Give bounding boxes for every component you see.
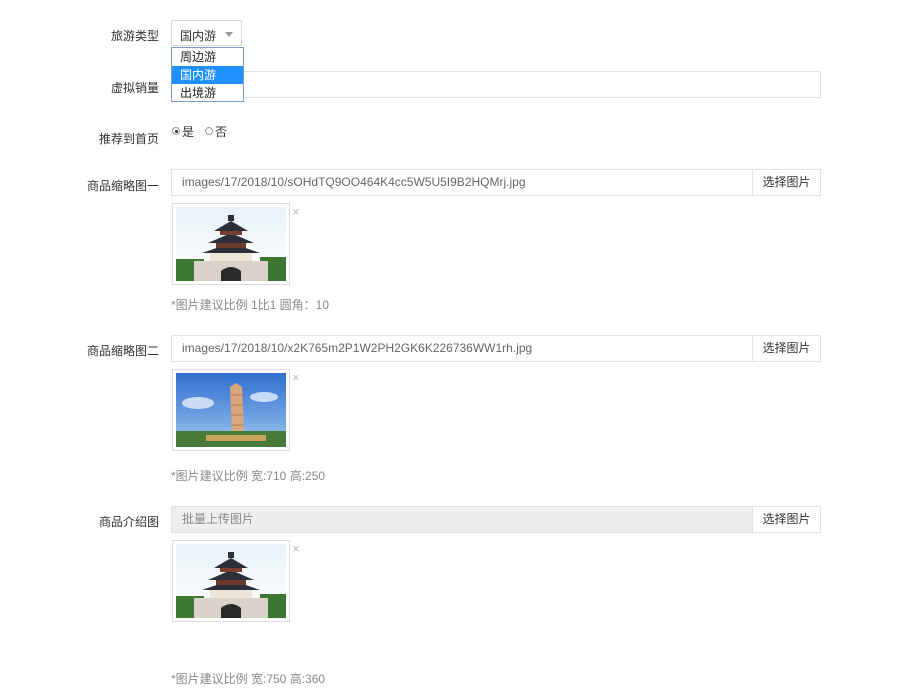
travel-type-dropdown: 周边游 国内游 出境游	[171, 47, 244, 102]
travel-type-selected-value: 国内游	[180, 29, 217, 43]
thumb1-hint: *图片建议比例 1比1 圆角：10	[171, 298, 330, 312]
recommend-no-label: 否	[215, 125, 228, 139]
thumb1-remove-icon[interactable]: ×	[292, 205, 300, 218]
chevron-down-icon	[225, 32, 233, 37]
intro-batch-upload-input[interactable]: 批量上传图片	[171, 506, 753, 533]
virtual-sales-label: 虚拟销量	[110, 81, 159, 95]
thumb2-path-input[interactable]: images/17/2018/10/x2K765m2P1W2PH2GK6K226…	[171, 335, 753, 362]
travel-type-label: 旅游类型	[110, 29, 159, 43]
intro-label: 商品介绍图	[98, 515, 159, 529]
option-nearby[interactable]: 周边游	[172, 48, 243, 66]
thumb1-select-image-button[interactable]: 选择图片	[752, 169, 821, 196]
thumb2-select-image-button[interactable]: 选择图片	[752, 335, 821, 362]
thumb2-hint: *图片建议比例 宽:710 高:250	[171, 469, 326, 483]
recommend-no-radio[interactable]	[205, 127, 213, 135]
thumb2-preview-image	[172, 369, 290, 451]
thumb2-label: 商品缩略图二	[86, 344, 159, 358]
option-domestic[interactable]: 国内游	[172, 66, 243, 84]
intro-preview-image	[172, 540, 290, 622]
thumb1-label: 商品缩略图一	[86, 179, 159, 193]
intro-select-image-button[interactable]: 选择图片	[752, 506, 821, 533]
option-outbound[interactable]: 出境游	[172, 84, 243, 102]
thumb2-remove-icon[interactable]: ×	[292, 371, 300, 384]
recommend-yes-label: 是	[182, 125, 195, 139]
thumb1-path-input[interactable]: images/17/2018/10/sOHdTQ9OO464K4cc5W5U5I…	[171, 169, 753, 196]
virtual-sales-input[interactable]	[171, 71, 821, 98]
intro-hint: *图片建议比例 宽:750 高:360	[171, 672, 326, 686]
recommend-yes-radio[interactable]	[172, 127, 180, 135]
intro-remove-icon[interactable]: ×	[292, 542, 300, 555]
travel-type-select[interactable]: 国内游	[171, 20, 242, 46]
thumb1-preview-image	[172, 203, 290, 285]
recommend-label: 推荐到首页	[98, 132, 159, 146]
